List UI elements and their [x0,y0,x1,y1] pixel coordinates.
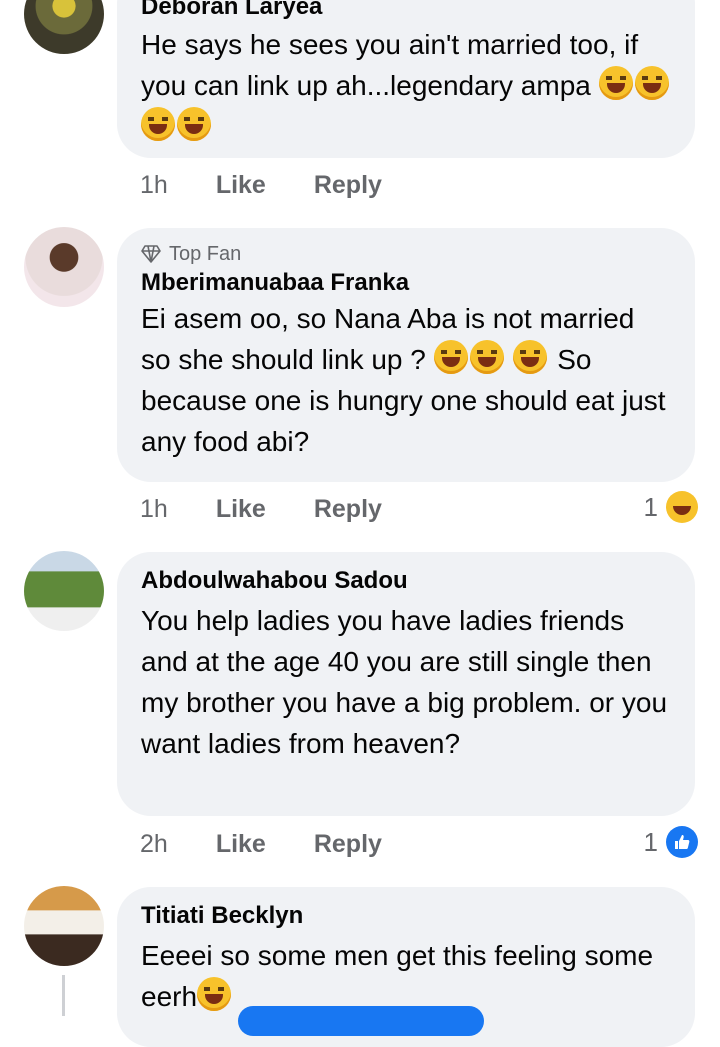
comment-text: Eeeei so some men get this feeling some … [141,940,654,1012]
comment-bubble: Top Fan Mberimanuabaa Franka Ei asem oo,… [117,228,695,482]
commenter-name[interactable]: Titiati Becklyn [141,901,671,931]
like-button[interactable]: Like [216,495,266,524]
reply-button[interactable]: Reply [314,495,382,524]
top-fan-badge: Top Fan [141,242,671,266]
laughing-emoji-icon [197,977,232,1011]
comment-text: You help ladies you have ladies friends … [141,605,668,759]
timestamp[interactable]: 1h [140,495,168,524]
top-fan-label: Top Fan [169,243,242,265]
commenter-name[interactable]: Deboran Laryea [141,0,671,22]
avatar[interactable] [24,0,104,54]
reaction-count: 1 [643,826,658,857]
comment-text: He says he sees you ain't married too, i… [141,24,671,147]
comment-text: Ei asem oo, so Nana Aba is not married s… [141,303,666,457]
diamond-icon [141,245,161,263]
comment-bubble: Deboran Laryea He says he sees you ain't… [117,0,695,158]
timestamp[interactable]: 2h [140,830,168,859]
laughing-emoji-icon [634,66,669,100]
like-button[interactable]: Like [216,171,266,200]
reaction-count: 1 [643,491,658,522]
laughing-emoji-icon [141,107,175,141]
commenter-name[interactable]: Abdoulwahabou Sadou [141,566,671,596]
comment-actions: 1h Like Reply [140,167,382,203]
commenter-name[interactable]: Mberimanuabaa Franka [141,268,671,298]
reply-button[interactable]: Reply [314,171,382,200]
avatar[interactable] [24,886,104,966]
timestamp[interactable]: 1h [140,171,168,200]
thumbs-up-icon [675,835,690,849]
thread-line [62,975,65,1016]
like-button[interactable]: Like [216,830,266,859]
laughing-emoji-icon [177,107,211,141]
comment-actions: 1h Like Reply [140,491,382,527]
reaction-summary[interactable]: 1 [644,826,698,858]
laughing-emoji-icon [469,340,504,374]
laughing-emoji-icon [433,340,468,374]
avatar[interactable] [24,227,104,307]
avatar[interactable] [24,551,104,631]
new-comments-pill[interactable] [238,1006,484,1036]
comment-actions: 2h Like Reply [140,826,382,862]
comment-bubble: Abdoulwahabou Sadou You help ladies you … [117,552,695,816]
reply-button[interactable]: Reply [314,830,382,859]
laughing-emoji-icon [513,340,548,374]
reaction-summary[interactable]: 1 [644,491,698,523]
like-reaction-icon [666,826,698,858]
laughing-emoji-icon [598,66,633,100]
haha-reaction-icon [666,491,698,523]
